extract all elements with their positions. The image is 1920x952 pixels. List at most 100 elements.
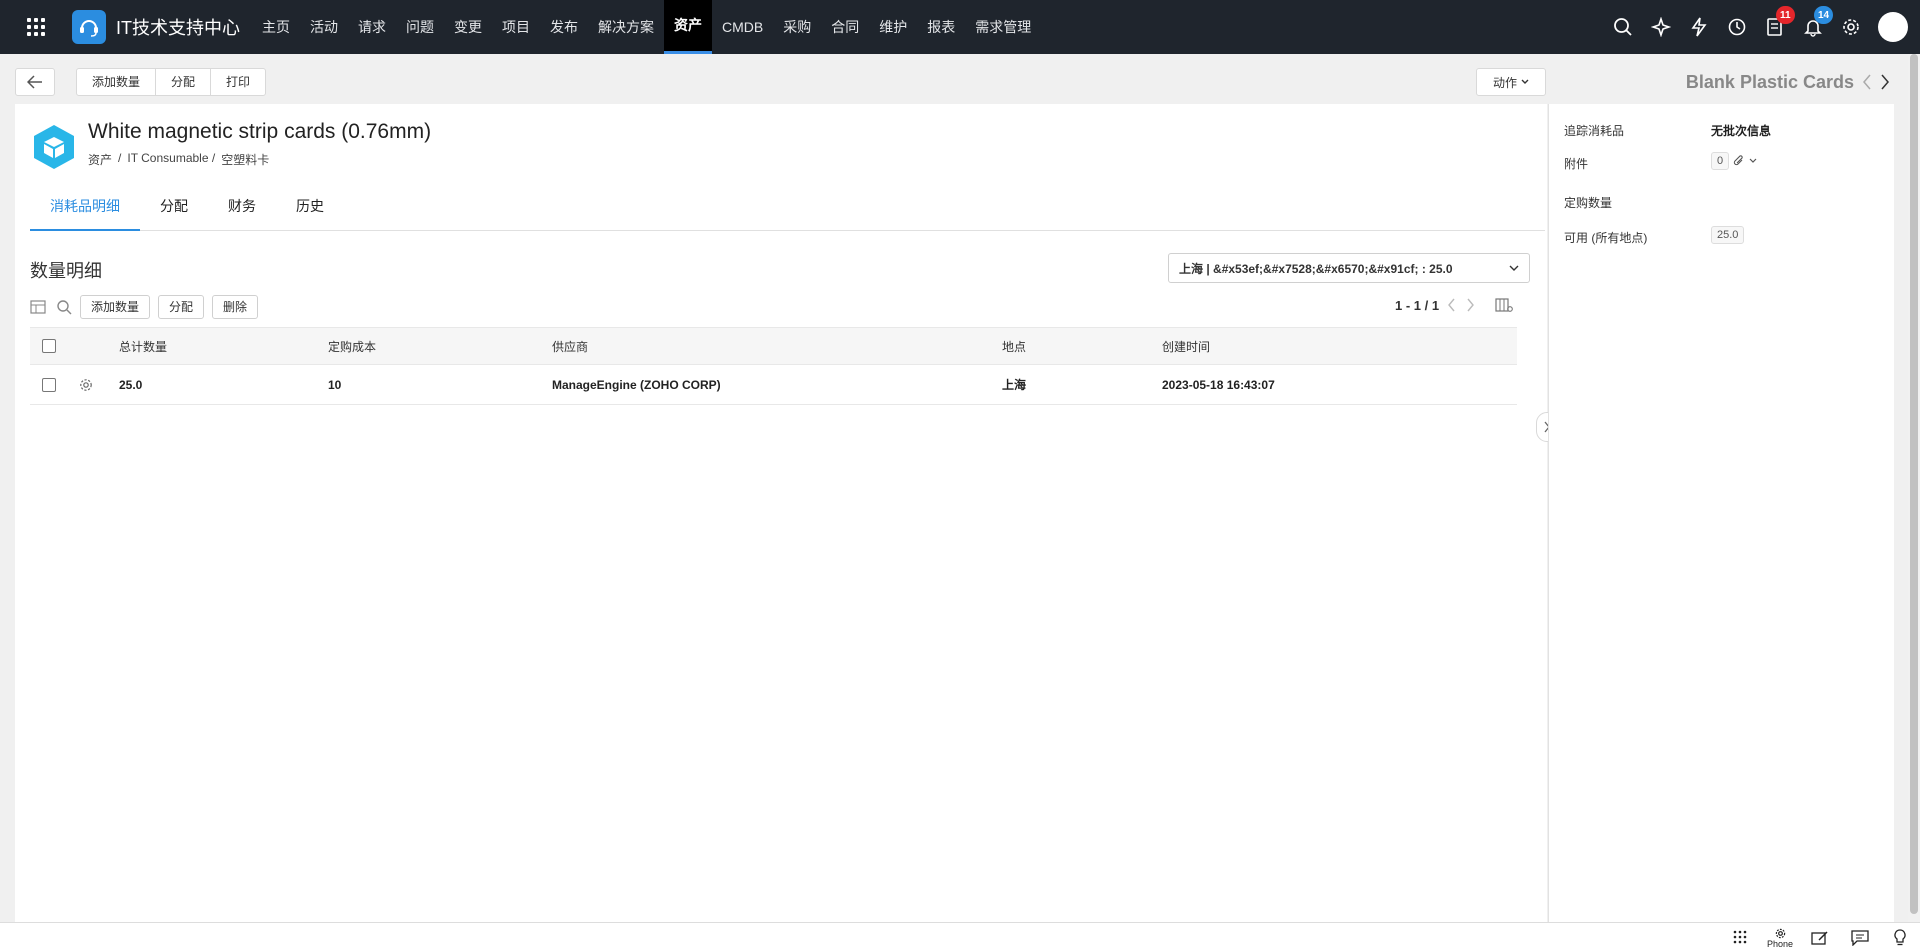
search-icon[interactable] [1604,0,1642,54]
detail-button-group: 添加数量 分配 打印 [76,68,267,96]
scrollbar-thumb[interactable] [1910,54,1918,914]
tab-history[interactable]: 历史 [276,186,344,231]
footer-bar: Phone [0,922,1920,952]
actions-dropdown[interactable]: 动作 [1476,68,1546,96]
phone-label: Phone [1766,938,1794,949]
breadcrumb: 资产 / IT Consumable / 空塑料卡 [88,151,269,168]
consumable-cube-icon [34,125,74,169]
quantity-table: 总计数量 定购成本 供应商 地点 创建时间 25.0 10 ManageEngi… [30,327,1517,405]
app-title: IT技术支持中心 [116,18,240,38]
add-quantity-list-button[interactable]: 添加数量 [80,295,151,319]
tab-assignment[interactable]: 分配 [140,186,208,231]
nav-right-tools: 11 14 [1604,0,1920,54]
app-launcher-icon[interactable] [0,0,72,54]
nav-maintenance[interactable]: 维护 [869,0,917,54]
main-nav: 主页 活动 请求 问题 变更 项目 发布 解决方案 资产 CMDB 采购 合同 … [252,0,1041,54]
column-location[interactable]: 地点 [1002,338,1162,355]
add-quantity-button[interactable]: 添加数量 [77,69,157,95]
track-consumable-label: 追踪消耗品 [1564,124,1625,138]
lightning-icon[interactable] [1680,0,1718,54]
detail-toolbar: 添加数量 分配 打印 动作 Blank Plastic Cards [0,54,1920,104]
location-select-value: 上海 | &#x53ef;&#x7528;&#x6570;&#x91cf; : … [1179,261,1453,276]
nav-requests[interactable]: 请求 [348,0,396,54]
chat-icon[interactable] [1840,923,1880,952]
assign-button[interactable]: 分配 [156,69,212,95]
nav-home[interactable]: 主页 [252,0,300,54]
pager-range: 1 - 1 / 1 [1395,297,1440,313]
available-label: 可用 (所有地点) [1564,231,1648,245]
assign-list-button[interactable]: 分配 [158,295,205,319]
gear-icon[interactable] [1832,0,1870,54]
attachments-control[interactable]: 0 [1711,152,1757,170]
nav-assets[interactable]: 资产 [664,0,712,54]
column-chooser-icon[interactable] [30,299,48,315]
dialpad-icon[interactable] [1720,923,1760,952]
available-value: 25.0 [1711,226,1745,244]
quantity-section-title: 数量明细 [30,261,102,281]
lightbulb-icon[interactable] [1880,923,1920,952]
nav-reports[interactable]: 报表 [917,0,965,54]
row-checkbox[interactable] [42,377,56,392]
footer-tools: Phone [1720,923,1920,952]
cell-location: 上海 [1002,378,1027,392]
column-settings-icon[interactable] [1495,297,1513,313]
nav-cmdb[interactable]: CMDB [712,0,773,54]
next-record-icon[interactable] [1880,74,1890,90]
phone-settings[interactable]: Phone [1760,923,1800,952]
track-consumable-value: 无批次信息 [1711,124,1772,138]
nav-activities[interactable]: 活动 [300,0,348,54]
sparkle-icon[interactable] [1642,0,1680,54]
history-icon[interactable] [1718,0,1756,54]
cell-total-qty: 25.0 [119,377,143,392]
search-icon[interactable] [56,299,72,315]
nav-purchase[interactable]: 采购 [773,0,821,54]
gear-icon [1775,928,1785,938]
nav-solutions[interactable]: 解决方案 [588,0,664,54]
tab-consumable-details[interactable]: 消耗品明细 [30,186,140,231]
breadcrumb-assets[interactable]: 资产 [88,151,112,168]
main-content: White magnetic strip cards (0.76mm) 资产 /… [15,104,1547,922]
previous-record-icon[interactable] [1862,74,1872,90]
paperclip-icon[interactable] [1733,155,1745,167]
print-button[interactable]: 打印 [211,69,265,95]
row-settings-icon[interactable] [79,378,93,392]
cell-cost: 10 [328,377,342,392]
column-cost[interactable]: 定购成本 [328,338,552,355]
chevron-down-icon [1521,79,1529,84]
breadcrumb-separator: / [118,151,122,165]
compose-icon[interactable] [1800,923,1840,952]
nav-problems[interactable]: 问题 [396,0,444,54]
pager: 1 - 1 / 1 [1395,297,1513,313]
helpdesk-logo-icon[interactable] [72,10,106,44]
column-created[interactable]: 创建时间 [1162,338,1462,355]
nav-changes[interactable]: 变更 [444,0,492,54]
back-button[interactable] [15,68,55,96]
tasks-badge: 11 [1776,6,1795,24]
list-toolbar: 添加数量 分配 删除 [30,295,259,319]
page-scrollbar[interactable] [1908,54,1920,922]
previous-page-icon[interactable] [1447,298,1457,312]
record-name: Blank Plastic Cards [1685,71,1854,92]
select-all-checkbox[interactable] [42,339,56,353]
location-select[interactable]: 上海 | &#x53ef;&#x7528;&#x6570;&#x91cf; : … [1168,253,1530,283]
breadcrumb-product-type[interactable]: IT Consumable / [127,151,215,168]
chevron-down-icon [1509,265,1519,271]
nav-contracts[interactable]: 合同 [821,0,869,54]
bell-icon[interactable]: 14 [1794,0,1834,54]
top-navbar: IT技术支持中心 主页 活动 请求 问题 变更 项目 发布 解决方案 资产 CM… [0,0,1920,54]
table-row[interactable]: 25.0 10 ManageEngine (ZOHO CORP) 上海 2023… [30,365,1517,405]
nav-releases[interactable]: 发布 [540,0,588,54]
column-total-qty[interactable]: 总计数量 [104,338,328,355]
delete-list-button[interactable]: 删除 [212,295,259,319]
tab-financial[interactable]: 财务 [208,186,276,231]
user-avatar[interactable] [1878,12,1908,42]
next-page-icon[interactable] [1465,298,1475,312]
column-vendor[interactable]: 供应商 [552,338,1002,355]
properties-panel: 追踪消耗品 无批次信息 附件 0 定购数量 可用 (所有地点) 25.0 [1548,104,1894,922]
table-header: 总计数量 定购成本 供应商 地点 创建时间 [30,327,1517,365]
nav-demand[interactable]: 需求管理 [965,0,1041,54]
breadcrumb-product[interactable]: 空塑料卡 [221,151,269,168]
nav-projects[interactable]: 项目 [492,0,540,54]
tasks-icon[interactable]: 11 [1756,0,1795,54]
actions-label: 动作 [1492,75,1517,90]
